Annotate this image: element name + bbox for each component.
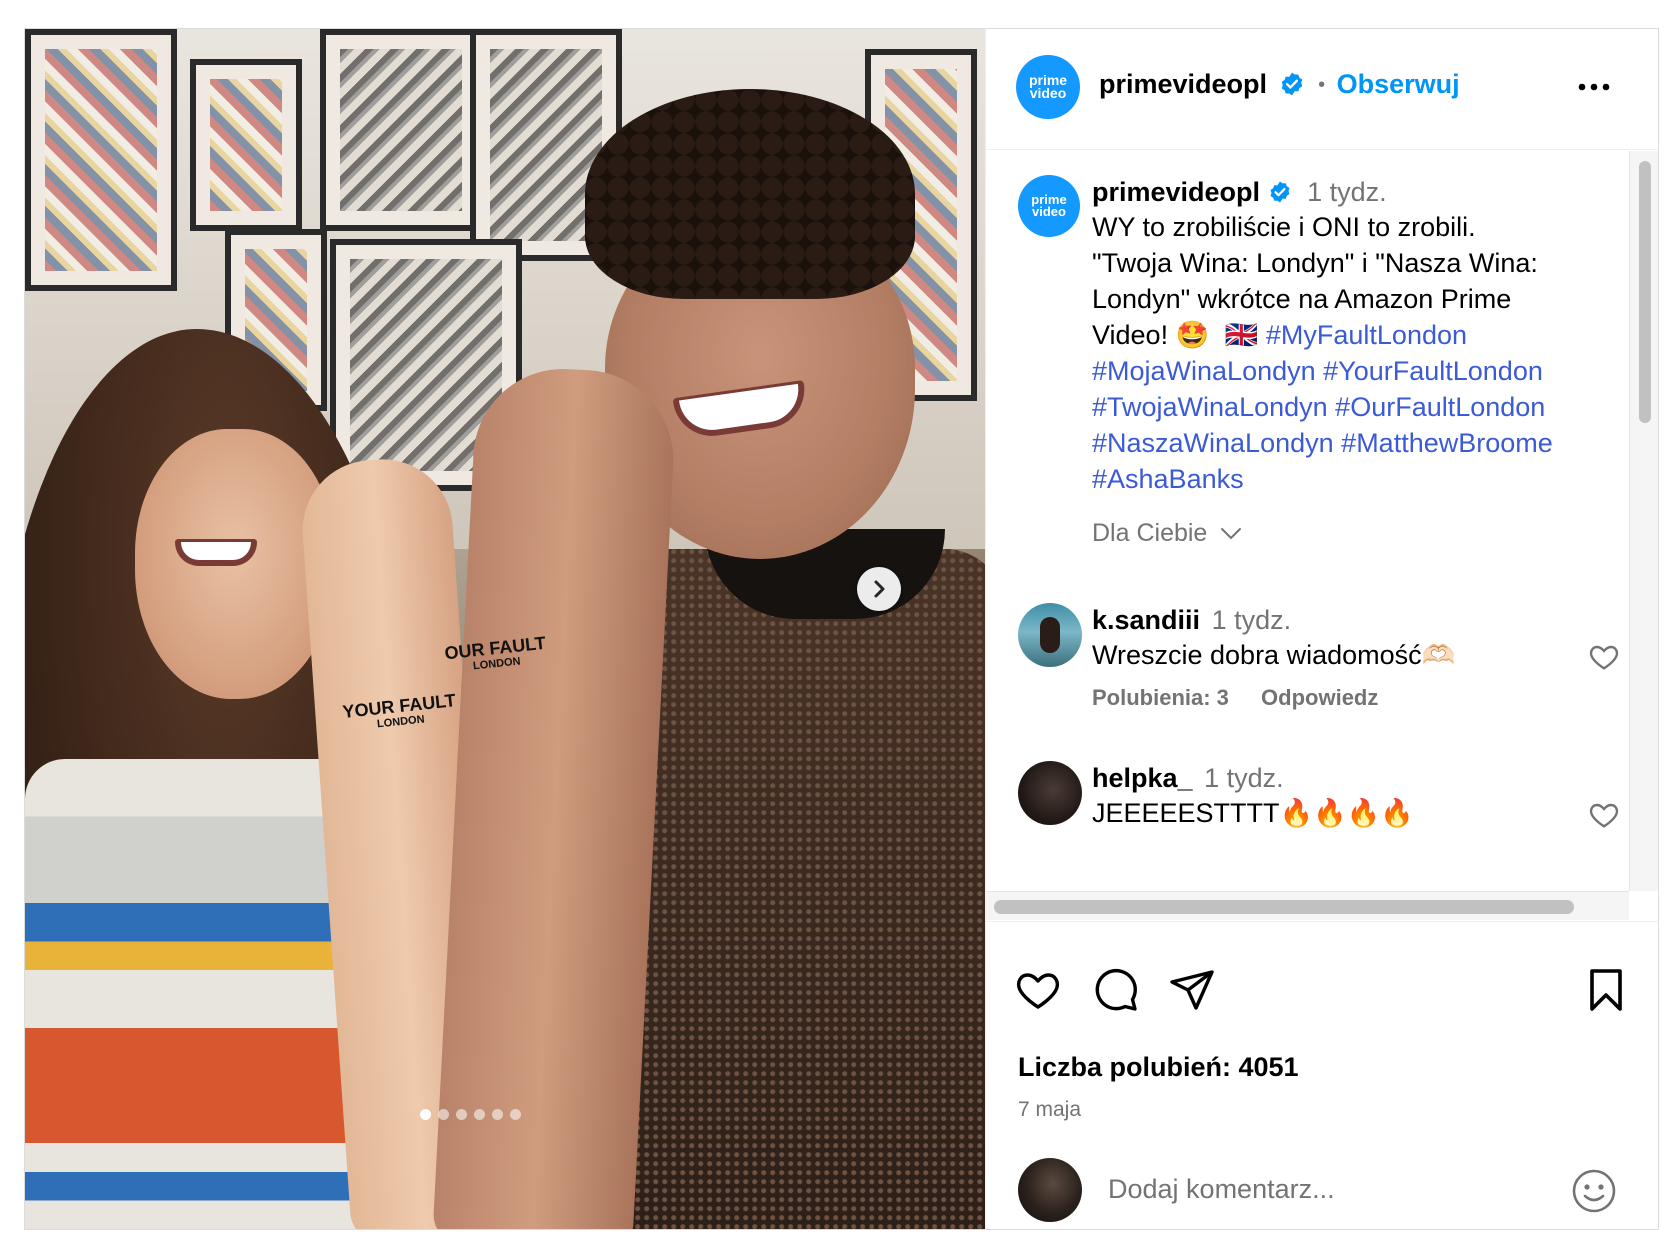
carousel-indicator xyxy=(420,1109,521,1120)
caption-time[interactable]: 1 tydz. xyxy=(1307,177,1387,207)
more-horizontal-icon xyxy=(1578,83,1610,91)
avatar[interactable]: prime video xyxy=(1016,55,1080,119)
hashtag-link[interactable]: #MatthewBroome xyxy=(1341,428,1553,458)
add-comment-input[interactable] xyxy=(1106,1166,1530,1212)
username-link[interactable]: primevideopl xyxy=(1099,69,1267,99)
comments-vertical-scrollbar[interactable] xyxy=(1629,151,1658,891)
carousel-dot xyxy=(420,1109,431,1120)
hashtag-link[interactable]: #MyFaultLondon xyxy=(1266,320,1467,350)
comment-item: k.sandiii 1 tydz. Wreszcie dobra wiadomo… xyxy=(1018,603,1620,723)
avatar xyxy=(1018,1158,1082,1222)
scrollbar-thumb[interactable] xyxy=(1639,161,1651,423)
carousel-dot xyxy=(438,1109,449,1120)
post-media[interactable]: YOUR FAULT LONDON OUR FAULT LONDON xyxy=(25,29,985,1229)
share-send-icon[interactable] xyxy=(1168,966,1216,1014)
comments-list[interactable]: prime video primevideopl 1 tydz. WY to z… xyxy=(986,151,1629,891)
uk-flag-emoji: 🇬🇧 xyxy=(1224,320,1259,350)
comment-time[interactable]: 1 tydz. xyxy=(1212,605,1292,635)
post-actions: Liczba polubień: 4051 7 maja xyxy=(986,921,1658,1229)
verified-badge-icon xyxy=(1281,72,1302,96)
star-struck-emoji: 🤩 xyxy=(1175,320,1210,350)
avatar[interactable] xyxy=(1018,603,1082,667)
likes-count[interactable]: Liczba polubień: 4051 xyxy=(1018,1052,1299,1083)
save-bookmark-icon[interactable] xyxy=(1582,966,1630,1014)
comment-item: helpka_ 1 tydz. JEEEEESTTTT🔥🔥🔥🔥 xyxy=(1018,761,1620,881)
carousel-dot xyxy=(474,1109,485,1120)
comment-username[interactable]: k.sandiii xyxy=(1092,605,1200,635)
more-options-button[interactable] xyxy=(1574,67,1614,107)
verified-badge-icon xyxy=(1270,181,1290,203)
hashtag-link[interactable]: #MojaWinaLondyn xyxy=(1092,356,1316,386)
chevron-down-icon xyxy=(1221,528,1242,540)
avatar[interactable] xyxy=(1018,761,1082,825)
carousel-next-button[interactable] xyxy=(857,567,901,611)
add-comment-bar xyxy=(986,1148,1658,1229)
comment-username[interactable]: helpka_ xyxy=(1092,763,1193,793)
post-side-panel: prime video primevideopl • Obserwuj prim… xyxy=(985,29,1658,1229)
follow-button[interactable]: Obserwuj xyxy=(1337,69,1460,99)
comment-text: JEEEEESTTTT🔥🔥🔥🔥 xyxy=(1092,798,1414,828)
hashtag-link[interactable]: #NaszaWinaLondyn xyxy=(1092,428,1334,458)
reply-button[interactable]: Odpowiedz xyxy=(1261,685,1378,710)
chevron-right-icon xyxy=(874,580,885,598)
instagram-post: YOUR FAULT LONDON OUR FAULT LONDON prime xyxy=(24,28,1659,1230)
emoji-picker-icon[interactable] xyxy=(1571,1168,1617,1214)
hashtag-link[interactable]: #YourFaultLondon xyxy=(1323,356,1543,386)
post-date[interactable]: 7 maja xyxy=(1018,1098,1081,1122)
hashtag-link[interactable]: #OurFaultLondon xyxy=(1335,392,1545,422)
like-comment-heart-icon[interactable] xyxy=(1588,641,1620,673)
comment-bubble-icon[interactable] xyxy=(1092,966,1140,1014)
scrollbar-thumb[interactable] xyxy=(994,900,1574,914)
caption-avatar[interactable]: prime video xyxy=(1018,175,1080,237)
comments-horizontal-scrollbar[interactable] xyxy=(986,891,1629,920)
comment-text: Wreszcie dobra wiadomość🫶🏻 xyxy=(1092,640,1456,670)
carousel-dot xyxy=(456,1109,467,1120)
caption-text: WY to zrobiliście i ONI to zrobili. "Two… xyxy=(1092,212,1553,494)
carousel-dot xyxy=(492,1109,503,1120)
caption-username[interactable]: primevideopl xyxy=(1092,177,1260,207)
comment-time[interactable]: 1 tydz. xyxy=(1204,763,1284,793)
like-comment-heart-icon[interactable] xyxy=(1588,799,1620,831)
post-header: prime video primevideopl • Obserwuj xyxy=(986,29,1658,150)
carousel-dot xyxy=(510,1109,521,1120)
hashtag-link[interactable]: #AshaBanks xyxy=(1092,464,1244,494)
comment-likes-count[interactable]: Polubienia: 3 xyxy=(1092,685,1229,710)
hashtag-link[interactable]: #TwojaWinaLondyn xyxy=(1092,392,1328,422)
like-heart-icon[interactable] xyxy=(1014,966,1062,1014)
comment-sort-dropdown[interactable]: Dla Ciebie xyxy=(1092,519,1242,548)
